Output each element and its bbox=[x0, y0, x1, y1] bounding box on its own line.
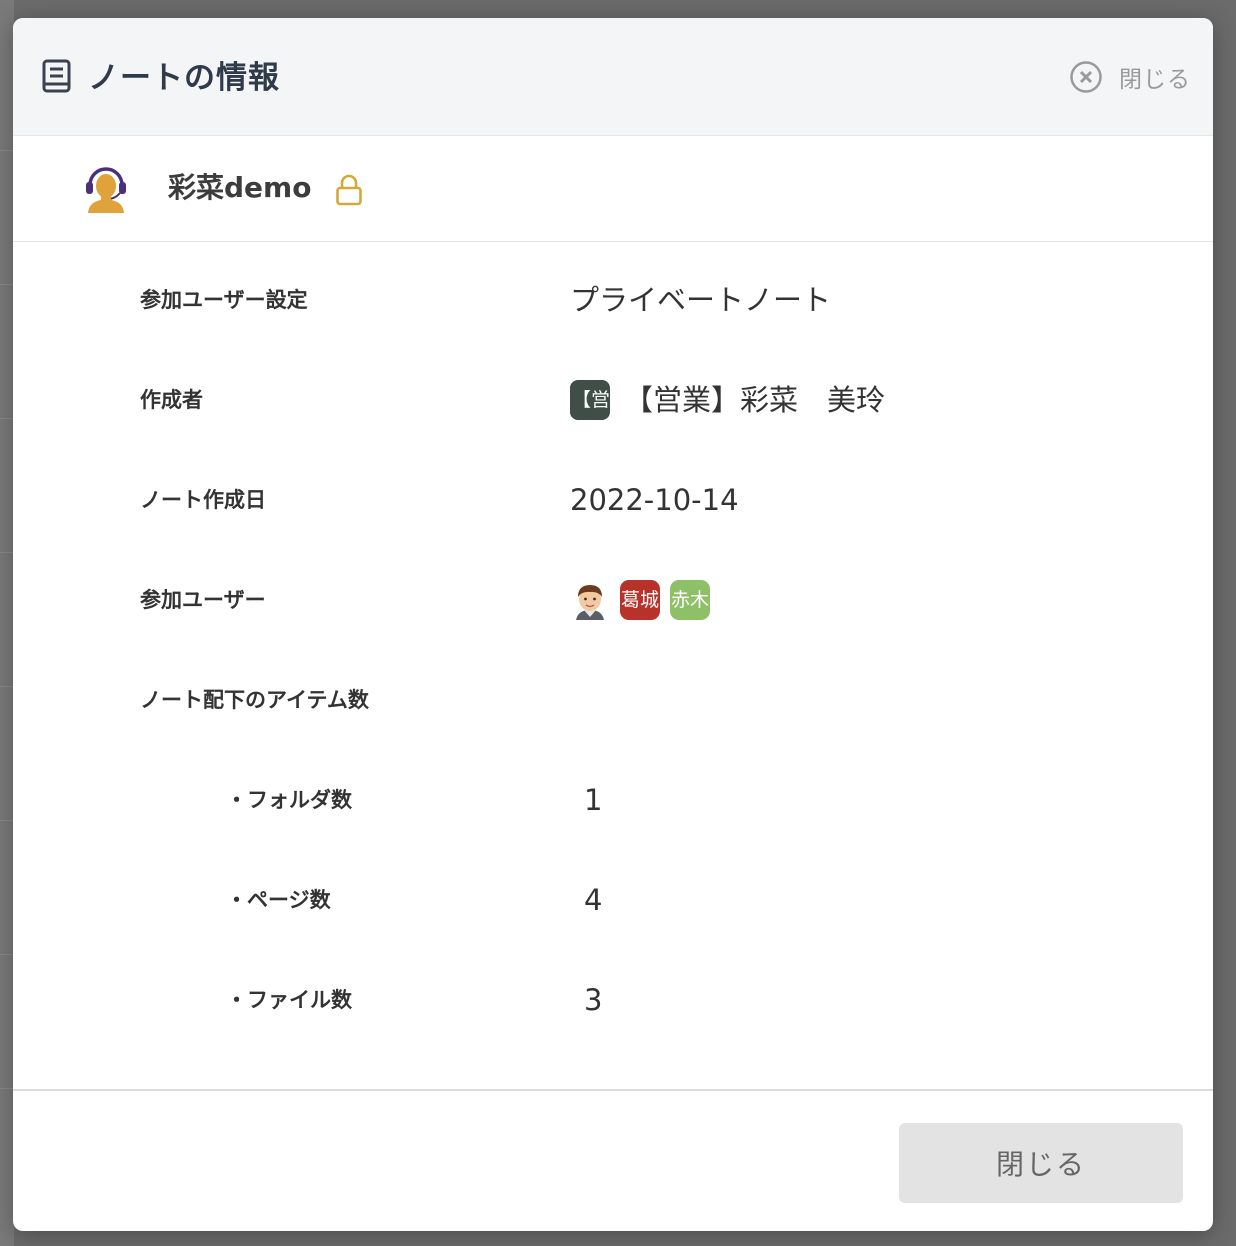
support-avatar-icon bbox=[86, 167, 126, 213]
background-divider bbox=[0, 820, 14, 821]
files-row: ・ファイル数 3 bbox=[13, 970, 1213, 1030]
created-date-label: ノート作成日 bbox=[140, 488, 266, 512]
header-close-label: 閉じる bbox=[1119, 67, 1191, 93]
pages-count: 4 bbox=[584, 883, 603, 917]
folders-row: ・フォルダ数 1 bbox=[13, 770, 1213, 830]
participants-row: 参加ユーザー 葛城 赤木 bbox=[13, 570, 1213, 630]
items-row: ノート配下のアイテム数 bbox=[13, 670, 1213, 730]
participants-label: 参加ユーザー bbox=[140, 588, 266, 612]
background-divider bbox=[0, 418, 14, 419]
creator-name: 【営業】彩菜 美玲 bbox=[624, 383, 886, 417]
header-close-button[interactable]: 閉じる bbox=[1069, 60, 1191, 94]
background-page bbox=[0, 0, 14, 1246]
created-date-row: ノート作成日 2022-10-14 bbox=[13, 470, 1213, 530]
folders-label: ・フォルダ数 bbox=[226, 788, 352, 812]
participant-chip[interactable]: 葛城 bbox=[620, 580, 660, 620]
footer-close-button[interactable]: 閉じる bbox=[899, 1123, 1183, 1203]
creator-value: 【営 【営業】彩菜 美玲 bbox=[570, 370, 885, 430]
creator-avatar-badge: 【営 bbox=[570, 380, 610, 420]
participant-setting-label: 参加ユーザー設定 bbox=[140, 288, 308, 312]
folders-count: 1 bbox=[584, 783, 603, 817]
background-divider bbox=[0, 150, 14, 151]
note-info-modal: ノートの情報 閉じる 彩菜demo 参加ユーザー設定 プライベートノート 作成者… bbox=[13, 18, 1213, 1231]
modal-title: ノートの情報 bbox=[88, 60, 280, 96]
user-face-icon[interactable] bbox=[570, 580, 610, 620]
created-date-value: 2022-10-14 bbox=[570, 483, 739, 517]
participant-chip[interactable]: 赤木 bbox=[670, 580, 710, 620]
background-divider bbox=[0, 1088, 14, 1089]
participants-list: 葛城 赤木 bbox=[570, 570, 720, 630]
files-count: 3 bbox=[584, 983, 603, 1017]
modal-footer: 閉じる bbox=[13, 1089, 1213, 1231]
background-divider bbox=[0, 284, 14, 285]
pages-label: ・ページ数 bbox=[226, 888, 331, 912]
items-label: ノート配下のアイテム数 bbox=[140, 688, 369, 712]
background-divider bbox=[0, 686, 14, 687]
creator-row: 作成者 【営 【営業】彩菜 美玲 bbox=[13, 370, 1213, 430]
pages-row: ・ページ数 4 bbox=[13, 870, 1213, 930]
files-label: ・ファイル数 bbox=[226, 988, 352, 1012]
close-circle-icon bbox=[1070, 61, 1102, 93]
notebook-icon bbox=[42, 59, 71, 93]
owner-row: 彩菜demo bbox=[13, 136, 1213, 242]
creator-label: 作成者 bbox=[140, 388, 203, 412]
participant-setting-value: プライベートノート bbox=[570, 283, 832, 317]
lock-icon bbox=[336, 174, 362, 206]
background-divider bbox=[0, 552, 14, 553]
modal-header: ノートの情報 閉じる bbox=[13, 18, 1213, 136]
owner-name: 彩菜demo bbox=[168, 171, 312, 204]
participant-setting-row: 参加ユーザー設定 プライベートノート bbox=[13, 270, 1213, 330]
background-divider bbox=[0, 954, 14, 955]
